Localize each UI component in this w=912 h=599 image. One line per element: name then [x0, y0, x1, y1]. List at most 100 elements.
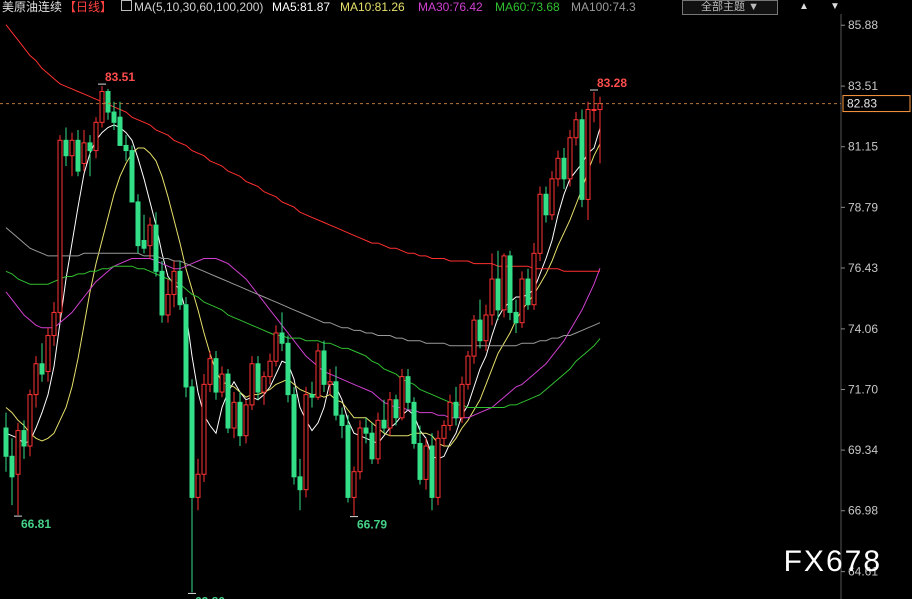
- candle-body: [585, 108, 591, 200]
- candle-body: [69, 139, 75, 157]
- price-annotations: 83.51 66.81 63.80 66.79 83.28: [14, 70, 627, 599]
- indicator-header: 美原油连续 【日线】 MA(5,10,30,60,100,200) MA5:81…: [0, 0, 912, 16]
- ma-params[interactable]: MA(5,10,30,60,100,200): [134, 0, 263, 15]
- candle: [153, 212, 159, 277]
- candle: [447, 394, 453, 431]
- candle: [363, 417, 369, 444]
- candle: [315, 343, 321, 400]
- low-label: 66.81: [21, 517, 51, 531]
- candle-body: [531, 252, 537, 306]
- candle-body: [201, 383, 207, 475]
- candle-body: [537, 193, 543, 254]
- candle-body: [81, 142, 87, 164]
- y-tick-label: 76.43: [848, 261, 878, 275]
- candle: [249, 356, 255, 411]
- candle-body: [525, 278, 531, 306]
- candle: [219, 366, 225, 398]
- candle: [57, 135, 63, 321]
- candle-body: [147, 224, 153, 247]
- candle: [297, 458, 303, 511]
- candle-body: [273, 332, 279, 362]
- candle: [261, 371, 267, 405]
- theme-select[interactable]: 全部主题 ▼: [682, 0, 778, 15]
- candle: [117, 101, 123, 146]
- candle: [105, 88, 111, 120]
- candle-body: [549, 178, 555, 216]
- candle: [195, 458, 201, 511]
- candle-body: [57, 139, 63, 313]
- moving-average-lines: [5, 24, 601, 460]
- candle: [267, 353, 273, 385]
- candle: [537, 186, 543, 262]
- watermark: FX678: [783, 545, 882, 578]
- candle: [21, 420, 27, 459]
- candle-body: [489, 278, 495, 316]
- candle: [321, 340, 327, 393]
- candle: [165, 279, 171, 323]
- candle-body: [171, 270, 177, 295]
- candle-body: [261, 376, 267, 393]
- candle: [369, 422, 375, 464]
- candle: [597, 96, 603, 164]
- candle: [477, 299, 483, 349]
- candle-body: [183, 304, 189, 388]
- chevron-down-icon: ▼: [748, 1, 759, 13]
- candle-body: [453, 401, 459, 419]
- candle: [555, 150, 561, 187]
- candle: [99, 86, 105, 128]
- candle: [87, 135, 93, 177]
- candle: [429, 433, 435, 511]
- candle: [303, 386, 309, 498]
- candle: [573, 112, 579, 146]
- candle-body: [477, 319, 483, 342]
- candle-body: [75, 139, 81, 172]
- candle-body: [513, 311, 519, 324]
- candle-body: [375, 419, 381, 460]
- scroll-down-icon[interactable]: ▼: [828, 0, 842, 14]
- candle-body: [597, 103, 603, 110]
- candle-body: [117, 116, 123, 146]
- candle-body: [423, 445, 429, 480]
- candle-body: [447, 401, 453, 426]
- ma60-value: MA60:73.68: [495, 0, 560, 14]
- candle: [45, 327, 51, 382]
- candle-body: [195, 473, 201, 498]
- y-tick-label: 83.51: [848, 79, 878, 93]
- candle: [519, 271, 525, 328]
- scroll-up-icon[interactable]: ▲: [797, 0, 811, 14]
- candle-body: [417, 442, 423, 480]
- candle-body: [141, 239, 147, 249]
- ma-settings-icon[interactable]: [121, 0, 132, 11]
- candle: [135, 194, 141, 254]
- period-label[interactable]: 【日线】: [64, 0, 112, 15]
- candle: [441, 420, 447, 447]
- candle: [423, 438, 429, 490]
- candle-body: [99, 90, 105, 123]
- candle: [339, 407, 345, 439]
- candle: [507, 250, 513, 321]
- candle: [495, 250, 501, 321]
- candle-body: [321, 350, 327, 385]
- candle: [159, 261, 165, 323]
- high-label: 83.51: [105, 70, 135, 84]
- candle: [291, 386, 297, 485]
- candle: [327, 368, 333, 395]
- candle-body: [153, 224, 159, 272]
- candle: [459, 376, 465, 423]
- candle-body: [429, 445, 435, 498]
- candle-body: [165, 293, 171, 316]
- candle-body: [267, 360, 273, 378]
- candle: [225, 368, 231, 434]
- candle-body: [129, 150, 135, 203]
- candle: [51, 302, 57, 346]
- ma10-value: MA10:81.26: [340, 0, 405, 14]
- candle-body: [579, 119, 585, 200]
- candle: [543, 186, 549, 223]
- candle: [405, 368, 411, 411]
- candle-body: [459, 383, 465, 419]
- candle-body: [213, 358, 219, 393]
- y-tick-label: 74.06: [848, 322, 878, 336]
- candle-body: [177, 270, 183, 306]
- candle-body: [495, 278, 501, 311]
- candle-body: [189, 386, 195, 498]
